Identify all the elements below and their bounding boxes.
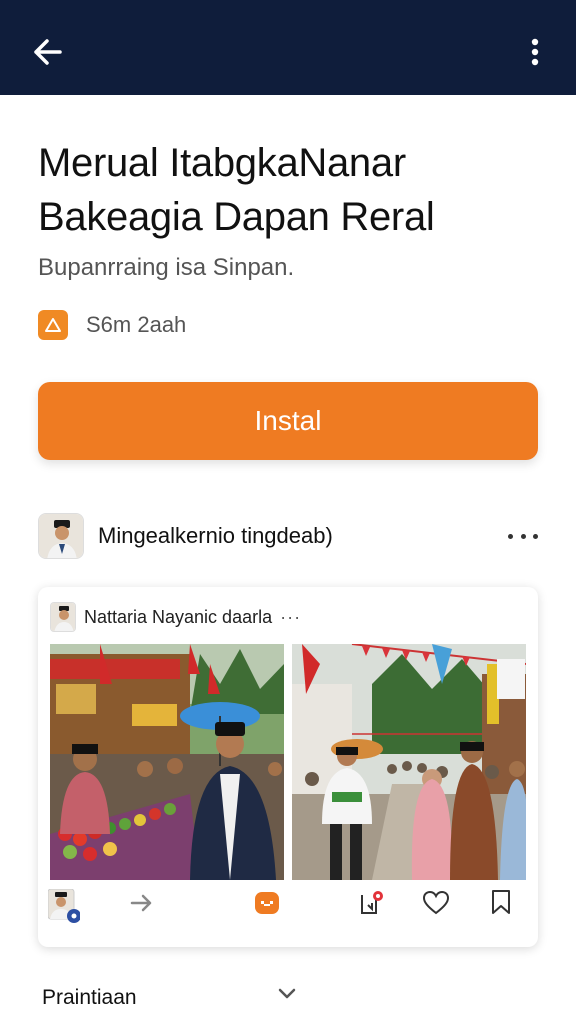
post-header: Mingealkernio tingdeab): [38, 512, 538, 560]
like-button[interactable]: [422, 890, 450, 921]
reactor-avatar[interactable]: [47, 888, 81, 923]
back-button[interactable]: [28, 32, 68, 72]
dot-icon: [520, 533, 526, 539]
author-avatar[interactable]: [38, 513, 84, 559]
warning-triangle-icon: [45, 318, 61, 332]
save-to-list-button[interactable]: [358, 889, 386, 922]
market-photo-left[interactable]: [50, 644, 284, 880]
install-button[interactable]: Instal: [38, 382, 538, 460]
bookmark-button[interactable]: [490, 889, 512, 920]
card-author-name[interactable]: Nattaria Nayanic daarla: [84, 607, 272, 628]
card-author-avatar[interactable]: [50, 602, 76, 632]
footer-label: Praintiaan: [42, 986, 137, 1009]
post-author-name[interactable]: Mingealkernio tingdeab): [98, 523, 508, 549]
app-title: Merual ItabgkaNanar Bakeagia Dapan Reral: [38, 136, 548, 244]
card-header: Nattaria Nayanic daarla ···: [50, 601, 301, 633]
app-subtitle: Bupanrraing isa Sinpan.: [38, 254, 295, 281]
top-app-bar: [0, 0, 576, 95]
arrow-left-icon: [34, 39, 62, 65]
comment-icon: [255, 892, 279, 914]
share-button[interactable]: [130, 894, 154, 917]
bookmark-plus-icon: [361, 891, 383, 914]
bookmark-icon: [492, 890, 510, 914]
app-title-line-2: Bakeagia Dapan Reral: [38, 195, 435, 239]
overflow-menu-button[interactable]: [520, 32, 550, 72]
heart-icon: [422, 890, 450, 915]
vertical-dots-icon: [531, 38, 539, 66]
app-meta-row: S6m 2aah: [38, 310, 186, 340]
app-title-line-1: Merual ItabgkaNanar: [38, 141, 406, 185]
share-icon: [130, 894, 152, 912]
comment-button[interactable]: [255, 892, 279, 919]
dot-icon: [533, 533, 538, 539]
post-actions-row: [47, 888, 528, 929]
market-photo-right[interactable]: [292, 644, 526, 880]
post-options-button[interactable]: [508, 526, 538, 546]
chevron-down-icon: [278, 988, 296, 999]
footer-section-toggle[interactable]: Praintiaan: [42, 983, 302, 1013]
card-author-suffix: ···: [280, 606, 302, 627]
rating-badge: [38, 310, 68, 340]
post-card: Nattaria Nayanic daarla ···: [38, 587, 538, 947]
dot-icon: [508, 533, 513, 539]
app-meta-text: S6m 2aah: [86, 312, 187, 337]
